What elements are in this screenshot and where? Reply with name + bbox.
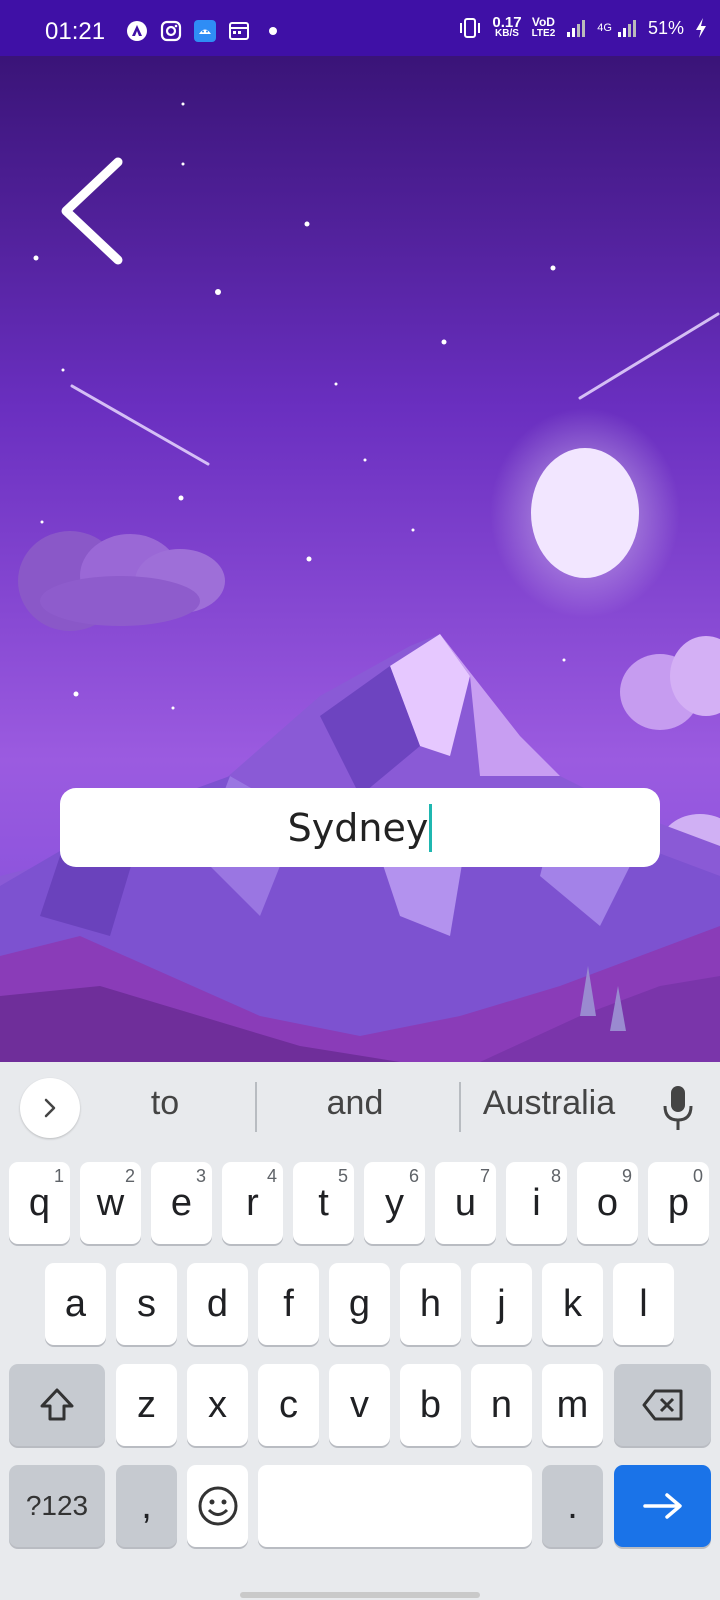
- key-o[interactable]: o9: [577, 1162, 638, 1244]
- charging-icon: [696, 18, 706, 38]
- key-y[interactable]: y6: [364, 1162, 425, 1244]
- android-icon: [194, 20, 216, 42]
- search-input-value: Sydney: [287, 805, 429, 850]
- city-search-field[interactable]: Sydney: [60, 788, 660, 867]
- shift-key[interactable]: [9, 1364, 105, 1446]
- vibrate-icon: [460, 18, 481, 38]
- city-search-input[interactable]: Sydney: [287, 803, 433, 852]
- emoji-key[interactable]: [187, 1465, 248, 1547]
- key-u[interactable]: u7: [435, 1162, 496, 1244]
- backspace-key[interactable]: [614, 1364, 711, 1446]
- key-c[interactable]: c: [258, 1364, 319, 1446]
- calendar-icon: [229, 22, 249, 40]
- key-q[interactable]: q1: [9, 1162, 70, 1244]
- battery-percent: 51%: [647, 17, 684, 38]
- key-p[interactable]: p0: [648, 1162, 709, 1244]
- expand-toolbar-button[interactable]: [20, 1078, 80, 1138]
- shift-icon: [40, 1388, 74, 1421]
- space-key[interactable]: [258, 1465, 532, 1547]
- key-x[interactable]: x: [187, 1364, 248, 1446]
- instagram-icon: [160, 20, 182, 42]
- comma-key[interactable]: ,: [116, 1465, 177, 1547]
- enter-key[interactable]: [614, 1465, 711, 1547]
- suggestion-divider: [255, 1082, 257, 1132]
- key-h[interactable]: h: [400, 1263, 461, 1345]
- suggestion-divider: [459, 1082, 461, 1132]
- microphone-icon: [663, 1086, 693, 1130]
- key-f[interactable]: f: [258, 1263, 319, 1345]
- key-a[interactable]: a: [45, 1263, 106, 1345]
- chevron-right-icon: [44, 1098, 56, 1118]
- key-k[interactable]: k: [542, 1263, 603, 1345]
- key-b[interactable]: b: [400, 1364, 461, 1446]
- signal-icon: [567, 20, 586, 37]
- key-g[interactable]: g: [329, 1263, 390, 1345]
- key-w[interactable]: w2: [80, 1162, 141, 1244]
- key-v[interactable]: v: [329, 1364, 390, 1446]
- home-indicator[interactable]: [240, 1592, 480, 1598]
- period-key[interactable]: .: [542, 1465, 603, 1547]
- key-i[interactable]: i8: [506, 1162, 567, 1244]
- text-caret: [429, 803, 433, 852]
- backspace-icon: [642, 1389, 682, 1421]
- network-type: 4G: [597, 22, 612, 34]
- suggestion-bar: to and Australia: [0, 1062, 720, 1148]
- dot-icon: [269, 27, 277, 35]
- volte-indicator: VoD LTE2: [531, 15, 556, 39]
- app-icon-a: [127, 21, 147, 41]
- status-right-icons: 0.17 KB/S VoD LTE2 4G 51%: [458, 14, 708, 40]
- key-r[interactable]: r4: [222, 1162, 283, 1244]
- back-button[interactable]: [48, 156, 138, 266]
- background-scene: Sydney: [0, 56, 720, 1062]
- chevron-left-icon: [61, 157, 123, 265]
- voice-input-button[interactable]: [658, 1084, 698, 1132]
- key-e[interactable]: e3: [151, 1162, 212, 1244]
- suggestion-3[interactable]: Australia: [468, 1084, 630, 1123]
- notification-icons: [126, 20, 284, 42]
- symbols-key[interactable]: ?123: [9, 1465, 105, 1547]
- key-m[interactable]: m: [542, 1364, 603, 1446]
- key-z[interactable]: z: [116, 1364, 177, 1446]
- key-n[interactable]: n: [471, 1364, 532, 1446]
- arrow-right-icon: [642, 1493, 682, 1519]
- status-bar: 01:21 0.17 KB/S VoD LTE2 4G 51%: [0, 0, 720, 56]
- suggestion-2[interactable]: and: [290, 1084, 420, 1123]
- net-speed: 0.17 KB/S: [492, 14, 522, 39]
- key-t[interactable]: t5: [293, 1162, 354, 1244]
- key-s[interactable]: s: [116, 1263, 177, 1345]
- emoji-icon: [198, 1486, 237, 1526]
- soft-keyboard: to and Australia q1 w2 e3 r4 t5 y6 u7 i8…: [0, 1062, 720, 1600]
- suggestion-1[interactable]: to: [110, 1084, 220, 1123]
- key-j[interactable]: j: [471, 1263, 532, 1345]
- signal-icon-2: [617, 20, 636, 37]
- key-l[interactable]: l: [613, 1263, 674, 1345]
- status-time: 01:21: [45, 18, 106, 45]
- key-d[interactable]: d: [187, 1263, 248, 1345]
